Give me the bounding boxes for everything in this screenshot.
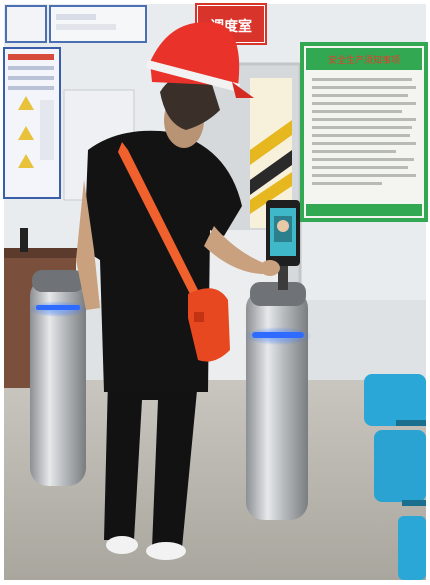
left-turnstile (28, 270, 88, 486)
notice-board-heading: 安全生产须知事项 (328, 54, 400, 66)
right-turnstile (244, 258, 312, 520)
face-recognition-terminal (266, 200, 300, 266)
turnstile-face-recognition-photo: 调度室 安全生产须知事项 (0, 0, 430, 585)
notice-board (300, 42, 428, 222)
wall-poster (5, 5, 47, 43)
